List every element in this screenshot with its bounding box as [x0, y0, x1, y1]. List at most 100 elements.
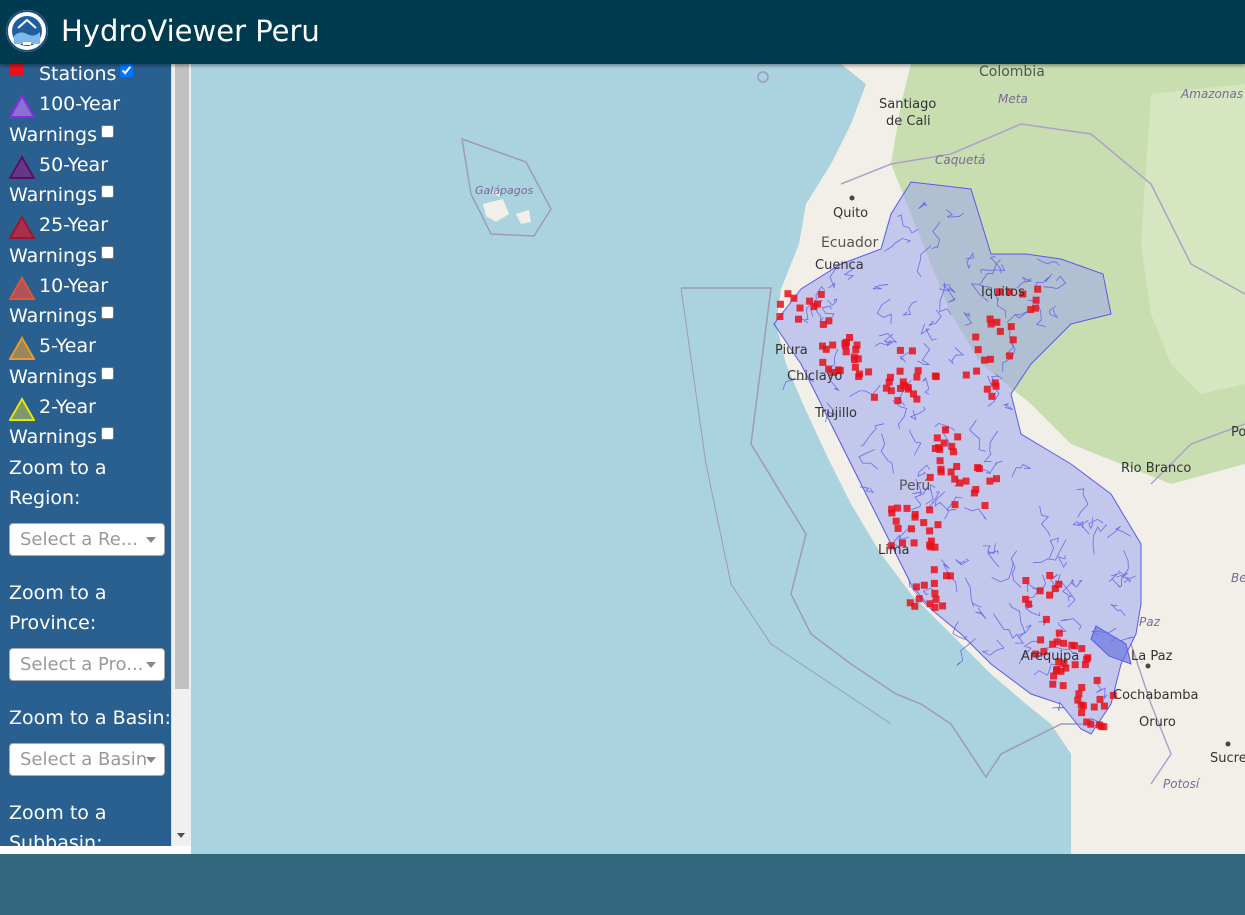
station-marker[interactable] [1046, 591, 1054, 599]
station-marker[interactable] [930, 579, 938, 587]
station-marker[interactable] [954, 433, 962, 441]
station-marker[interactable] [796, 304, 804, 312]
station-marker[interactable] [974, 464, 981, 472]
station-marker[interactable] [912, 583, 920, 591]
station-marker[interactable] [810, 303, 818, 311]
station-marker[interactable] [1059, 682, 1067, 690]
station-marker[interactable] [1078, 684, 1086, 691]
scrollbar-thumb[interactable] [175, 64, 189, 689]
station-marker[interactable] [972, 333, 980, 341]
station-marker[interactable] [822, 345, 830, 353]
station-marker[interactable] [894, 524, 902, 532]
station-marker[interactable] [1032, 304, 1040, 312]
station-marker[interactable] [795, 315, 802, 323]
station-marker[interactable] [986, 355, 994, 363]
station-marker[interactable] [1096, 695, 1104, 703]
station-marker[interactable] [926, 527, 934, 535]
station-marker[interactable] [1022, 577, 1030, 584]
station-marker[interactable] [993, 318, 1001, 326]
station-marker[interactable] [926, 506, 934, 514]
station-marker[interactable] [870, 393, 878, 401]
station-marker[interactable] [996, 327, 1004, 335]
stations-checkbox[interactable] [120, 64, 134, 77]
station-marker[interactable] [851, 356, 858, 363]
station-marker[interactable] [784, 290, 792, 298]
station-marker[interactable] [1100, 723, 1108, 731]
map-view[interactable]: Colombia Santiago de Cali Meta Amazonas … [191, 64, 1245, 854]
station-marker[interactable] [933, 434, 941, 442]
station-marker[interactable] [947, 468, 955, 476]
station-marker[interactable] [1068, 641, 1076, 649]
station-marker[interactable] [853, 341, 861, 349]
station-marker[interactable] [934, 521, 942, 529]
station-marker[interactable] [1093, 676, 1101, 684]
station-marker[interactable] [893, 504, 901, 512]
station-marker[interactable] [1006, 352, 1014, 360]
station-marker[interactable] [892, 517, 900, 525]
warning-100-checkbox[interactable] [101, 125, 115, 138]
station-marker[interactable] [1075, 690, 1083, 698]
station-marker[interactable] [1081, 661, 1089, 669]
station-marker[interactable] [896, 346, 904, 354]
station-marker[interactable] [911, 513, 919, 521]
station-marker[interactable] [842, 348, 850, 356]
station-marker[interactable] [983, 385, 991, 393]
station-marker[interactable] [842, 342, 849, 350]
station-marker[interactable] [1090, 703, 1098, 711]
station-marker[interactable] [931, 589, 939, 597]
station-marker[interactable] [1083, 718, 1091, 726]
station-marker[interactable] [948, 442, 956, 450]
station-marker[interactable] [1009, 336, 1017, 344]
station-marker[interactable] [1100, 702, 1108, 710]
station-marker[interactable] [829, 341, 837, 349]
station-marker[interactable] [1055, 629, 1063, 637]
station-marker[interactable] [776, 300, 784, 308]
station-marker[interactable] [865, 368, 873, 376]
station-marker[interactable] [962, 371, 970, 379]
station-marker[interactable] [942, 426, 949, 434]
station-marker[interactable] [1060, 639, 1068, 647]
station-marker[interactable] [906, 599, 914, 607]
station-marker[interactable] [956, 479, 964, 487]
map-canvas[interactable]: Colombia Santiago de Cali Meta Amazonas … [191, 64, 1245, 854]
station-marker[interactable] [1049, 680, 1057, 688]
sidebar-scrollbar[interactable] [171, 64, 191, 846]
station-marker[interactable] [962, 477, 970, 485]
warning-25-checkbox[interactable] [101, 246, 115, 259]
station-marker[interactable] [825, 317, 833, 325]
station-marker[interactable] [986, 315, 994, 323]
station-marker[interactable] [939, 602, 947, 610]
station-marker[interactable] [931, 603, 939, 611]
station-marker[interactable] [913, 373, 921, 381]
station-marker[interactable] [974, 346, 982, 354]
station-marker[interactable] [936, 457, 944, 465]
station-marker[interactable] [1049, 640, 1057, 648]
station-marker[interactable] [913, 395, 921, 403]
station-marker[interactable] [819, 358, 827, 366]
station-marker[interactable] [951, 501, 959, 509]
station-marker[interactable] [1007, 323, 1015, 331]
station-marker[interactable] [914, 367, 922, 375]
station-marker[interactable] [907, 525, 915, 533]
station-marker[interactable] [817, 290, 825, 298]
station-marker[interactable] [851, 363, 859, 371]
station-marker[interactable] [988, 392, 996, 400]
station-marker[interactable] [896, 367, 904, 375]
station-marker[interactable] [1078, 709, 1086, 717]
basin-select[interactable]: Select a Basin [9, 743, 165, 776]
station-marker[interactable] [920, 519, 928, 527]
station-marker[interactable] [776, 313, 784, 320]
station-marker[interactable] [932, 373, 940, 381]
station-marker[interactable] [940, 439, 948, 447]
station-marker[interactable] [855, 373, 863, 380]
station-marker[interactable] [1032, 296, 1040, 304]
station-marker[interactable] [908, 347, 916, 355]
region-select[interactable]: Select a Re... [9, 523, 165, 556]
station-marker[interactable] [894, 397, 902, 405]
station-marker[interactable] [926, 541, 934, 549]
station-marker[interactable] [1025, 600, 1033, 608]
station-marker[interactable] [790, 294, 798, 302]
station-marker[interactable] [1036, 587, 1044, 595]
station-marker[interactable] [1034, 285, 1042, 293]
station-marker[interactable] [973, 367, 981, 375]
